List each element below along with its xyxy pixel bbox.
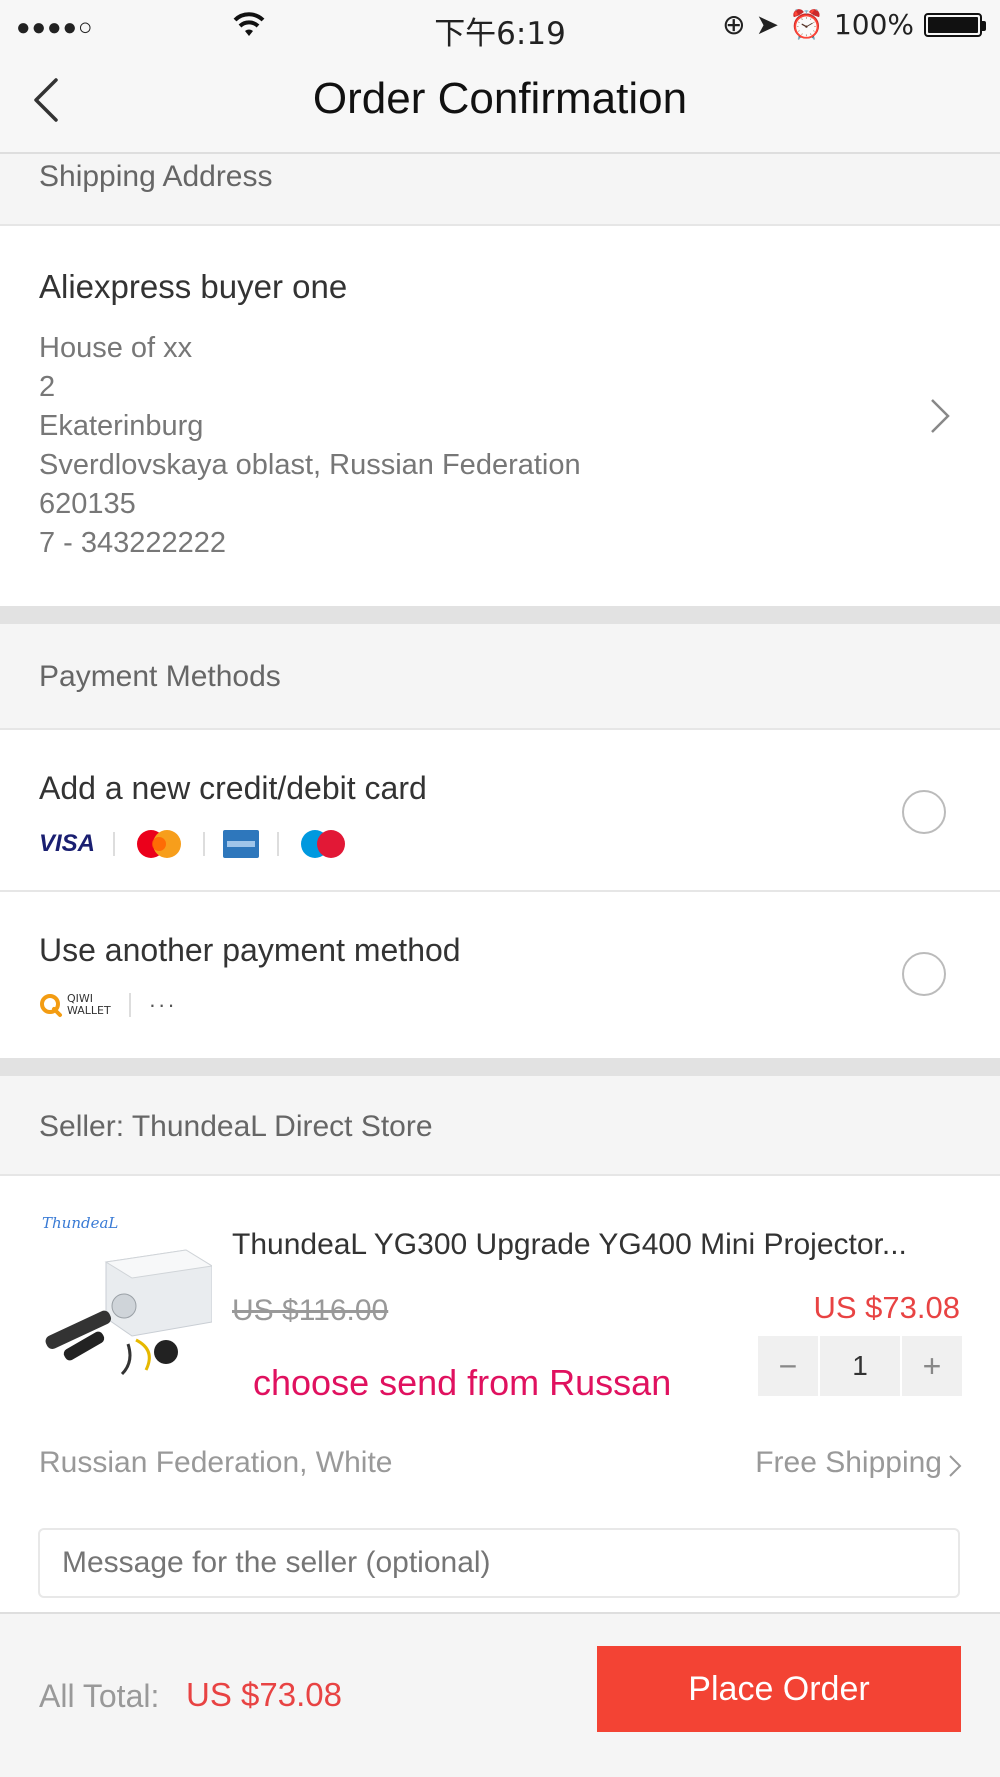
projector-image (45, 1249, 212, 1376)
payment-header: Payment Methods (0, 624, 1000, 730)
address-line-1: House of xx (39, 332, 193, 364)
nav-bar: Order Confirmation (0, 50, 1000, 154)
card-radio[interactable] (902, 790, 946, 834)
rotation-lock-icon: ⊕ (722, 8, 746, 41)
recipient-name: Aliexpress buyer one (39, 268, 348, 305)
other-payment-radio[interactable] (902, 952, 946, 996)
status-right: ⊕ ➤ ⏰ 100% (722, 8, 986, 41)
total-label: All Total: (39, 1678, 160, 1714)
logo-separator (203, 832, 206, 856)
other-payment-logos: QIWI WALLET ··· (39, 992, 177, 1018)
quantity-stepper: − 1 + (758, 1336, 962, 1396)
payment-option-card[interactable]: Add a new credit/debit card VISA (0, 732, 1000, 892)
place-order-button[interactable]: Place Order (597, 1646, 961, 1732)
order-footer: All Total: US $73.08 Place Order (0, 1612, 1000, 1777)
product-title[interactable]: ThundeaL YG300 Upgrade YG400 Mini Projec… (232, 1228, 907, 1262)
product-variant: Russian Federation, White (39, 1446, 393, 1479)
visa-logo: VISA (39, 830, 96, 857)
logo-separator (277, 832, 280, 856)
mastercard-logo (137, 830, 182, 858)
logo-separator (113, 832, 116, 856)
product-brand-logo: ThundeaL (42, 1214, 119, 1232)
address-phone: 7 - 343222222 (39, 527, 227, 559)
add-card-label: Add a new credit/debit card (39, 770, 427, 806)
increase-quantity-button[interactable]: + (902, 1336, 962, 1396)
maestro-logo (301, 830, 346, 858)
card-logos: VISA (39, 828, 349, 860)
other-payment-label: Use another payment method (39, 932, 461, 968)
address-postcode: 620135 (39, 488, 136, 520)
original-price: US $116.00 (232, 1294, 389, 1327)
seller-message-input[interactable] (38, 1528, 960, 1598)
shipping-header-label: Shipping Address (39, 160, 273, 193)
battery-icon (924, 12, 986, 37)
address-city: Ekaterinburg (39, 410, 204, 442)
product-card: ThundeaL ThundeaL YG300 Upgrade YG400 Mi… (0, 1178, 1000, 1610)
qiwi-icon (40, 994, 62, 1017)
location-icon: ➤ (755, 8, 780, 41)
amex-logo (223, 830, 260, 858)
qiwi-wallet-logo: QIWI WALLET (67, 993, 111, 1017)
page-title: Order Confirmation (312, 74, 688, 123)
more-options-icon[interactable]: ··· (149, 992, 177, 1018)
quantity-value[interactable]: 1 (820, 1336, 900, 1396)
section-divider (0, 1058, 1000, 1076)
chevron-right-icon (931, 399, 950, 433)
shipping-method-link[interactable]: Free Shipping (755, 1446, 942, 1480)
section-divider (0, 606, 1000, 624)
alarm-icon: ⏰ (789, 8, 824, 41)
address-line-2: 2 (39, 371, 56, 403)
sale-price: US $73.08 (813, 1290, 961, 1325)
chevron-right-icon (949, 1455, 962, 1477)
product-thumbnail[interactable]: ThundeaL (36, 1212, 212, 1382)
seller-name: Seller: ThundeaL Direct Store (39, 1110, 433, 1143)
payment-header-label: Payment Methods (39, 660, 281, 693)
total-value: US $73.08 (186, 1676, 342, 1713)
logo-separator (128, 993, 131, 1017)
payment-option-other[interactable]: Use another payment method QIWI WALLET ·… (0, 894, 1000, 1058)
status-bar: ●●●●○ 下午6:19 ⊕ ➤ ⏰ 100% (0, 0, 1000, 52)
shipping-address-card[interactable]: Aliexpress buyer one House of xx 2 Ekate… (0, 228, 1000, 606)
annotation-text: choose send from Russan (253, 1362, 672, 1403)
battery-percent: 100% (833, 8, 914, 41)
shipping-header: Shipping Address (0, 154, 1000, 226)
address-region: Sverdlovskaya oblast, Russian Federation (39, 449, 581, 481)
wallet-label: WALLET (67, 1004, 111, 1017)
seller-header: Seller: ThundeaL Direct Store (0, 1076, 1000, 1176)
decrease-quantity-button[interactable]: − (758, 1336, 818, 1396)
